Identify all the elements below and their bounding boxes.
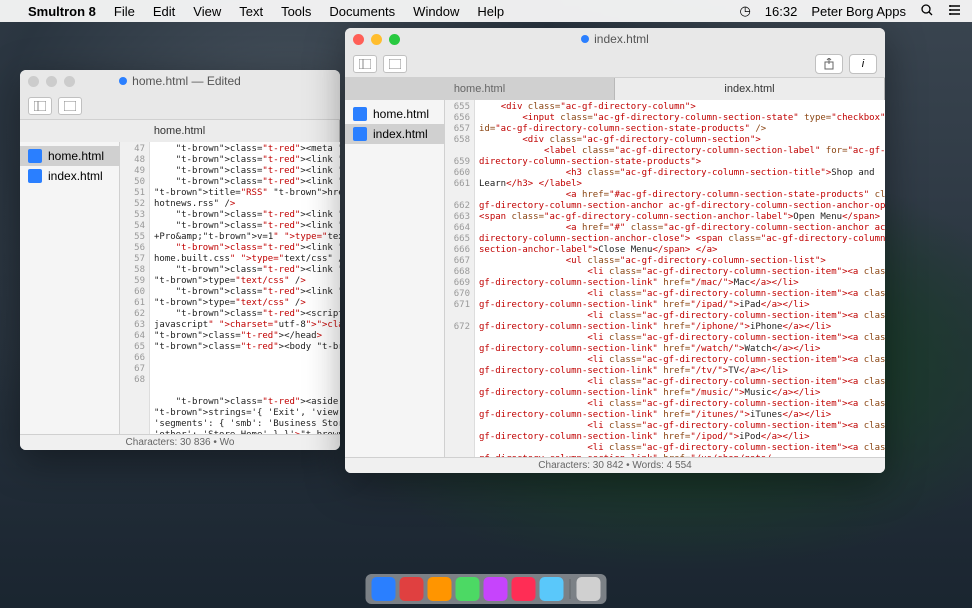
toolbar-view-button[interactable] — [58, 97, 82, 115]
menu-help[interactable]: Help — [477, 4, 504, 19]
sidebar-file-index[interactable]: index.html — [20, 166, 119, 186]
close-button[interactable] — [353, 34, 364, 45]
toolbar-view-button[interactable] — [383, 55, 407, 73]
notification-center-icon[interactable] — [948, 3, 962, 20]
menubar-time[interactable]: 16:32 — [765, 4, 798, 19]
toolbar-sidebar-button[interactable] — [28, 97, 52, 115]
dock-item-app1[interactable] — [428, 577, 452, 601]
dock-item-finder[interactable] — [372, 577, 396, 601]
line-gutter: 655656657658 659660661 66266366466566666… — [445, 100, 475, 457]
dock-trash-icon[interactable] — [577, 577, 601, 601]
window-home[interactable]: home.html — Edited home.html home.html i… — [20, 70, 340, 450]
html-file-icon — [353, 127, 367, 141]
toolbar-sidebar-button[interactable] — [353, 55, 377, 73]
window-index[interactable]: index.html i home.html index.html home.h… — [345, 28, 885, 473]
toolbar-share-button[interactable] — [815, 54, 843, 74]
html-file-icon — [353, 107, 367, 121]
dock-item-app5[interactable] — [540, 577, 564, 601]
file-sidebar: home.html index.html — [20, 142, 120, 434]
code-editor[interactable]: "t-brown">class="t-red"><meta "t-brown">… — [150, 142, 340, 434]
html-file-icon — [28, 149, 42, 163]
minimize-button[interactable] — [46, 76, 57, 87]
toolbar — [20, 92, 340, 120]
dock-item-app4[interactable] — [512, 577, 536, 601]
menubar-user[interactable]: Peter Borg Apps — [811, 4, 906, 19]
toolbar-info-button[interactable]: i — [849, 54, 877, 74]
titlebar[interactable]: index.html — [345, 28, 885, 50]
dock-separator — [570, 579, 571, 599]
clock-icon[interactable]: ◷ — [739, 3, 750, 19]
menu-edit[interactable]: Edit — [153, 4, 175, 19]
menu-documents[interactable]: Documents — [329, 4, 395, 19]
dock-item-smultron[interactable] — [400, 577, 424, 601]
menu-tools[interactable]: Tools — [281, 4, 311, 19]
dock-item-app2[interactable] — [456, 577, 480, 601]
menu-file[interactable]: File — [114, 4, 135, 19]
tabbar: home.html index.html — [345, 78, 885, 100]
window-title: index.html — [581, 32, 649, 46]
toolbar: i — [345, 50, 885, 78]
app-menu[interactable]: Smultron 8 — [28, 4, 96, 19]
sidebar-file-home[interactable]: home.html — [20, 146, 119, 166]
zoom-button[interactable] — [389, 34, 400, 45]
sidebar-file-home[interactable]: home.html — [345, 104, 444, 124]
window-title: home.html — Edited — [119, 74, 241, 88]
sidebar-file-index[interactable]: index.html — [345, 124, 444, 144]
zoom-button[interactable] — [64, 76, 75, 87]
menu-window[interactable]: Window — [413, 4, 459, 19]
tab-index[interactable]: index.html — [615, 78, 885, 100]
code-editor[interactable]: <div class="ac-gf-directory-column"> <in… — [475, 100, 885, 457]
tabbar: home.html — [20, 120, 340, 142]
menubar: Smultron 8 File Edit View Text Tools Doc… — [0, 0, 972, 22]
statusbar: Characters: 30 842 • Words: 4 554 — [345, 457, 885, 473]
dock-item-app3[interactable] — [484, 577, 508, 601]
dock — [366, 574, 607, 604]
html-file-icon — [28, 169, 42, 183]
close-button[interactable] — [28, 76, 39, 87]
spotlight-icon[interactable] — [920, 3, 934, 20]
statusbar: Characters: 30 836 • Wo — [20, 434, 340, 450]
file-sidebar: home.html index.html — [345, 100, 445, 457]
menu-text[interactable]: Text — [239, 4, 263, 19]
tab-home[interactable]: home.html — [345, 78, 615, 100]
tab-home[interactable]: home.html — [20, 120, 340, 142]
menu-view[interactable]: View — [193, 4, 221, 19]
minimize-button[interactable] — [371, 34, 382, 45]
line-gutter: 4748495051525354555657585960616263646566… — [120, 142, 150, 434]
titlebar[interactable]: home.html — Edited — [20, 70, 340, 92]
